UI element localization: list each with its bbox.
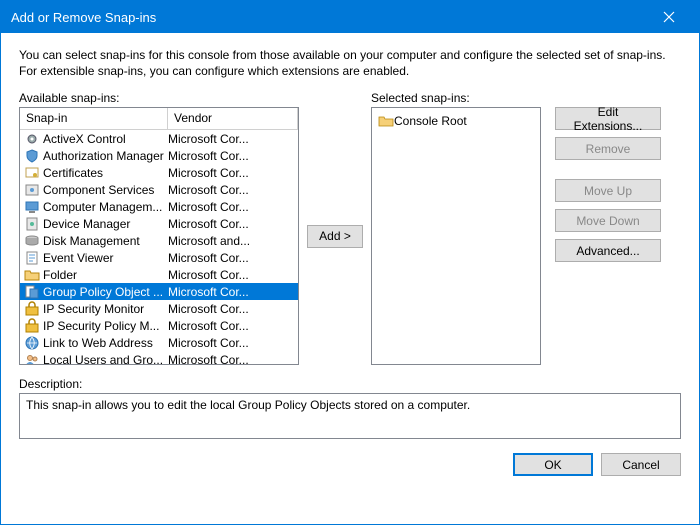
item-name: Disk Management	[43, 234, 168, 248]
users-icon	[24, 352, 40, 365]
console-root-item[interactable]: Console Root	[378, 112, 534, 129]
item-vendor: Microsoft Cor...	[168, 149, 298, 163]
item-vendor: Microsoft Cor...	[168, 200, 298, 214]
item-name: Event Viewer	[43, 251, 168, 265]
item-vendor: Microsoft Cor...	[168, 336, 298, 350]
advanced-button[interactable]: Advanced...	[555, 239, 661, 262]
item-name: Link to Web Address	[43, 336, 168, 350]
gear-icon	[24, 131, 40, 147]
item-vendor: Microsoft Cor...	[168, 166, 298, 180]
cert-icon	[24, 165, 40, 181]
selected-label: Selected snap-ins:	[371, 91, 681, 105]
cancel-button[interactable]: Cancel	[601, 453, 681, 476]
list-item[interactable]: FolderMicrosoft Cor...	[20, 266, 298, 283]
list-item[interactable]: IP Security MonitorMicrosoft Cor...	[20, 300, 298, 317]
ok-button[interactable]: OK	[513, 453, 593, 476]
device-icon	[24, 216, 40, 232]
item-vendor: Microsoft Cor...	[168, 217, 298, 231]
edit-extensions-button[interactable]: Edit Extensions...	[555, 107, 661, 130]
list-item[interactable]: Component ServicesMicrosoft Cor...	[20, 181, 298, 198]
event-icon	[24, 250, 40, 266]
list-item[interactable]: Device ManagerMicrosoft Cor...	[20, 215, 298, 232]
link-icon	[24, 335, 40, 351]
available-listbox[interactable]: Snap-in Vendor ActiveX ControlMicrosoft …	[19, 107, 299, 365]
remove-button[interactable]: Remove	[555, 137, 661, 160]
selected-listbox[interactable]: Console Root	[371, 107, 541, 365]
item-name: Computer Managem...	[43, 200, 168, 214]
item-vendor: Microsoft Cor...	[168, 183, 298, 197]
close-icon	[663, 11, 675, 23]
description-box: This snap-in allows you to edit the loca…	[19, 393, 681, 439]
add-button[interactable]: Add >	[307, 225, 363, 248]
item-name: ActiveX Control	[43, 132, 168, 146]
ipsec-icon	[24, 318, 40, 334]
item-name: Authorization Manager	[43, 149, 168, 163]
gpo-icon	[24, 284, 40, 300]
item-vendor: Microsoft Cor...	[168, 353, 298, 365]
description-label: Description:	[19, 377, 681, 391]
item-vendor: Microsoft and...	[168, 234, 298, 248]
item-vendor: Microsoft Cor...	[168, 285, 298, 299]
dialog-window: Add or Remove Snap-ins You can select sn…	[0, 0, 700, 525]
list-item[interactable]: Authorization ManagerMicrosoft Cor...	[20, 147, 298, 164]
item-name: Component Services	[43, 183, 168, 197]
intro-text: You can select snap-ins for this console…	[19, 47, 681, 79]
move-down-button[interactable]: Move Down	[555, 209, 661, 232]
disk-icon	[24, 233, 40, 249]
close-button[interactable]	[649, 1, 689, 33]
computer-icon	[24, 199, 40, 215]
list-item[interactable]: IP Security Policy M...Microsoft Cor...	[20, 317, 298, 334]
list-header: Snap-in Vendor	[20, 108, 298, 130]
folder-icon	[378, 113, 394, 129]
console-root-label: Console Root	[394, 114, 467, 128]
dialog-body: You can select snap-ins for this console…	[1, 33, 699, 524]
list-item[interactable]: ActiveX ControlMicrosoft Cor...	[20, 130, 298, 147]
move-up-button[interactable]: Move Up	[555, 179, 661, 202]
list-item[interactable]: Local Users and Gro...Microsoft Cor...	[20, 351, 298, 364]
item-vendor: Microsoft Cor...	[168, 319, 298, 333]
folder-icon	[24, 267, 40, 283]
item-name: IP Security Policy M...	[43, 319, 168, 333]
ipsec-icon	[24, 301, 40, 317]
item-name: IP Security Monitor	[43, 302, 168, 316]
item-name: Group Policy Object ...	[43, 285, 168, 299]
list-item[interactable]: Event ViewerMicrosoft Cor...	[20, 249, 298, 266]
dialog-title: Add or Remove Snap-ins	[11, 10, 649, 25]
col-vendor[interactable]: Vendor	[168, 108, 298, 129]
list-item[interactable]: CertificatesMicrosoft Cor...	[20, 164, 298, 181]
item-vendor: Microsoft Cor...	[168, 268, 298, 282]
list-item[interactable]: Link to Web AddressMicrosoft Cor...	[20, 334, 298, 351]
item-vendor: Microsoft Cor...	[168, 302, 298, 316]
description-text: This snap-in allows you to edit the loca…	[26, 398, 470, 412]
item-vendor: Microsoft Cor...	[168, 132, 298, 146]
item-name: Device Manager	[43, 217, 168, 231]
list-item[interactable]: Computer Managem...Microsoft Cor...	[20, 198, 298, 215]
available-list-body[interactable]: ActiveX ControlMicrosoft Cor...Authoriza…	[20, 130, 298, 364]
item-vendor: Microsoft Cor...	[168, 251, 298, 265]
item-name: Local Users and Gro...	[43, 353, 168, 365]
list-item[interactable]: Group Policy Object ...Microsoft Cor...	[20, 283, 298, 300]
list-item[interactable]: Disk ManagementMicrosoft and...	[20, 232, 298, 249]
available-label: Available snap-ins:	[19, 91, 299, 105]
col-snapin[interactable]: Snap-in	[20, 108, 168, 129]
shield-icon	[24, 148, 40, 164]
item-name: Folder	[43, 268, 168, 282]
comp-icon	[24, 182, 40, 198]
item-name: Certificates	[43, 166, 168, 180]
titlebar: Add or Remove Snap-ins	[1, 1, 699, 33]
